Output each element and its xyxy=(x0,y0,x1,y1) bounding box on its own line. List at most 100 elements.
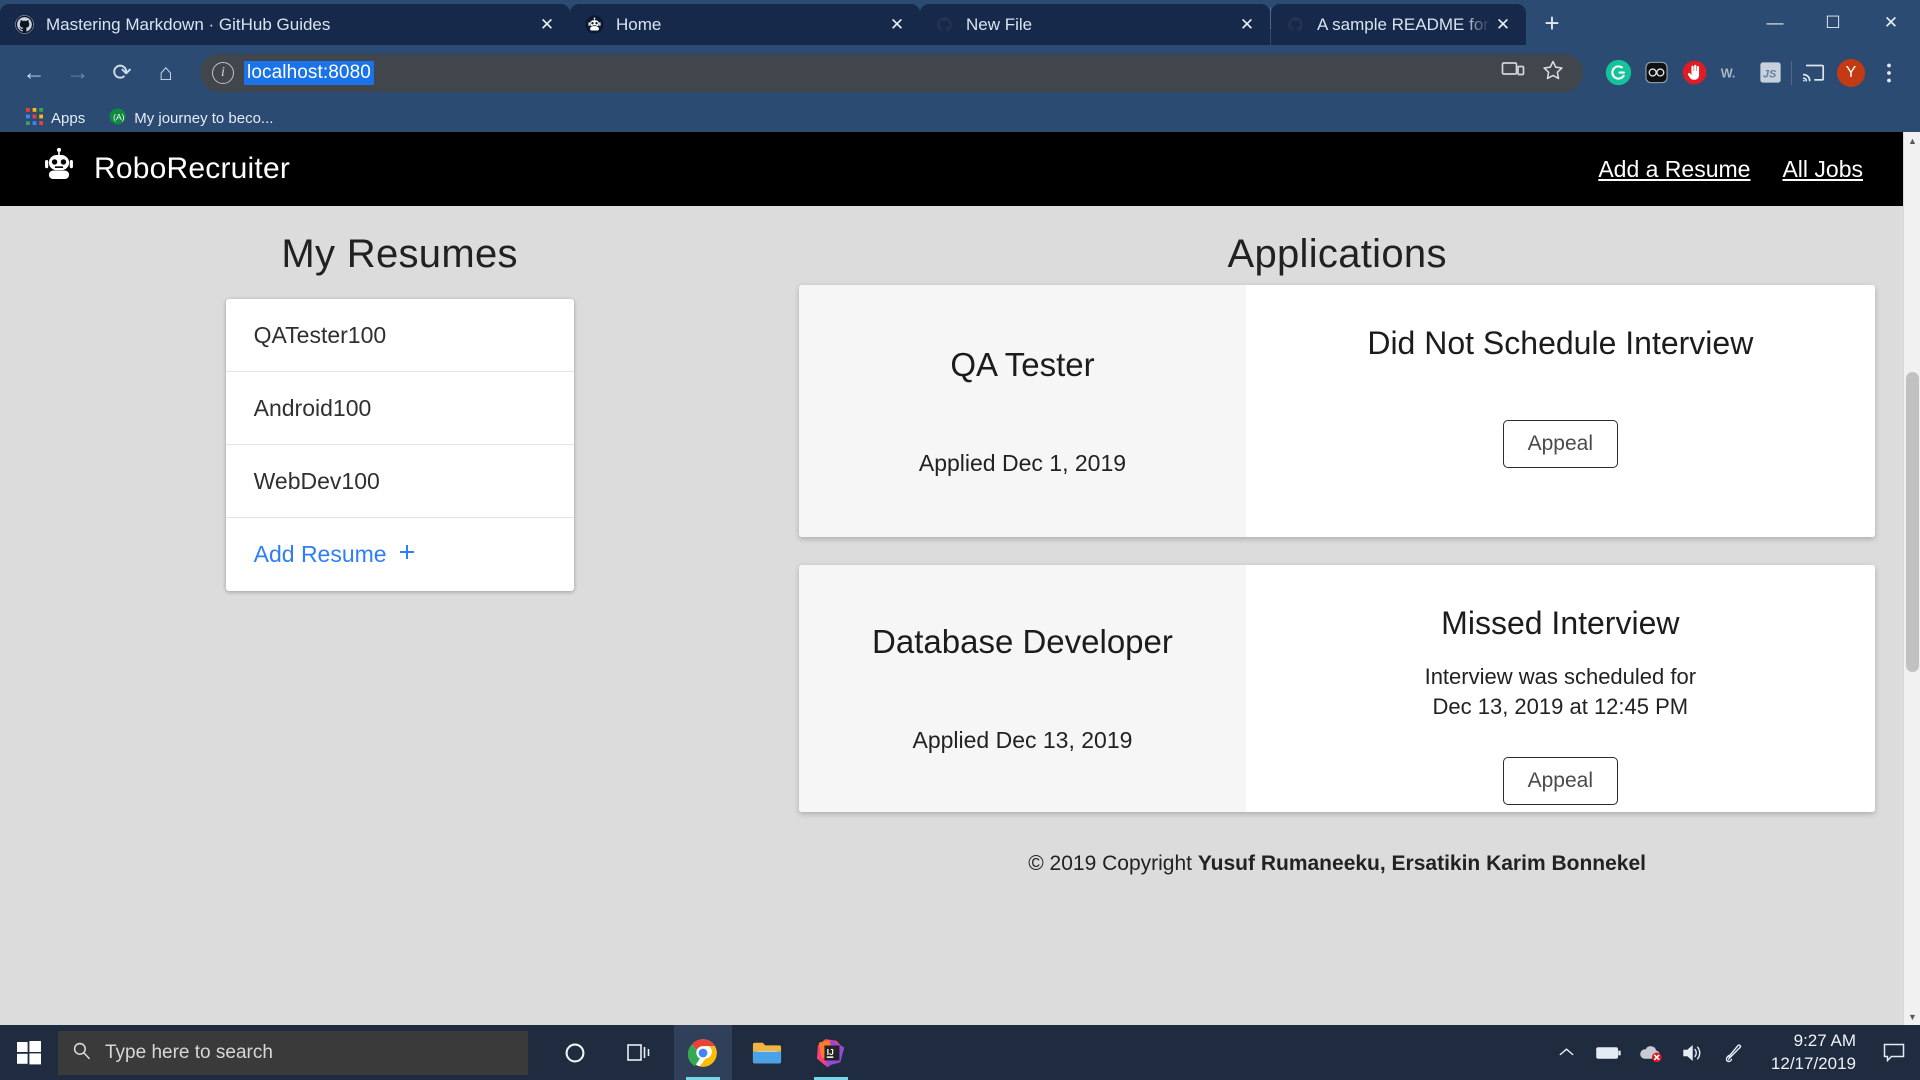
application-job-pane: QA Tester Applied Dec 1, 2019 xyxy=(799,285,1245,537)
site-brand[interactable]: RoboRecruiter xyxy=(40,146,290,193)
status-text: Did Not Schedule Interview xyxy=(1367,325,1753,362)
site-info-icon[interactable]: i xyxy=(212,62,234,84)
applied-date: Applied Dec 13, 2019 xyxy=(912,727,1132,754)
bookmark-apps[interactable]: Apps xyxy=(18,104,93,133)
task-view-icon[interactable] xyxy=(610,1025,668,1080)
site-navbar: RoboRecruiter Add a Resume All Jobs xyxy=(0,132,1903,206)
extensions-bar: W. JS Y xyxy=(1593,56,1906,90)
svg-text:(A): (A) xyxy=(113,111,125,121)
profile-avatar[interactable]: Y xyxy=(1834,56,1868,90)
search-input[interactable]: Type here to search xyxy=(58,1031,528,1075)
footer-prefix: © 2019 Copyright xyxy=(1028,852,1198,875)
close-icon[interactable]: ✕ xyxy=(1234,12,1260,38)
status-text: Missed Interview xyxy=(1441,605,1679,642)
browser-tab[interactable]: New File ✕ xyxy=(920,4,1270,45)
appeal-button[interactable]: Appeal xyxy=(1503,757,1618,805)
forward-button[interactable]: → xyxy=(58,53,98,93)
search-placeholder-text: Type here to search xyxy=(105,1042,273,1064)
profile-initial: Y xyxy=(1837,59,1865,87)
javascript-toggle-icon[interactable]: JS xyxy=(1753,56,1787,90)
github-icon xyxy=(1285,15,1305,35)
my-resumes-title: My Resumes xyxy=(281,232,517,277)
list-item[interactable]: WebDev100 xyxy=(226,445,574,518)
close-window-button[interactable]: ✕ xyxy=(1862,0,1920,45)
battery-icon[interactable] xyxy=(1589,1025,1629,1080)
close-icon[interactable]: ✕ xyxy=(1490,12,1516,38)
schedule-note-line2: Dec 13, 2019 at 12:45 PM xyxy=(1433,694,1689,719)
plus-icon xyxy=(397,541,417,568)
bookmark-star-icon[interactable] xyxy=(1541,59,1565,87)
minimize-button[interactable]: — xyxy=(1746,0,1804,45)
application-status-pane: Missed Interview Interview was scheduled… xyxy=(1246,565,1875,812)
nav-link-all-jobs[interactable]: All Jobs xyxy=(1782,156,1863,183)
pen-workspace-icon[interactable] xyxy=(1715,1025,1755,1080)
appeal-button[interactable]: Appeal xyxy=(1503,420,1618,468)
file-explorer-icon[interactable] xyxy=(738,1025,796,1080)
back-button[interactable]: ← xyxy=(14,53,54,93)
applications-title: Applications xyxy=(799,232,1875,277)
site-nav-links: Add a Resume All Jobs xyxy=(1598,156,1863,183)
clock-date: 12/17/2019 xyxy=(1771,1053,1856,1076)
onedrive-error-icon[interactable] xyxy=(1631,1025,1671,1080)
url-text[interactable]: localhost:8080 xyxy=(244,61,374,85)
browser-tab[interactable]: Mastering Markdown · GitHub Guides ✕ xyxy=(0,4,570,45)
show-hidden-icons-chevron[interactable] xyxy=(1547,1025,1587,1080)
tab-strip: Mastering Markdown · GitHub Guides ✕ xyxy=(0,0,1920,45)
volume-icon[interactable] xyxy=(1673,1025,1713,1080)
intellij-idea-icon[interactable]: IJ xyxy=(802,1025,860,1080)
ublock-origin-icon[interactable] xyxy=(1677,56,1711,90)
page-scrollbar[interactable]: ▲ ▼ xyxy=(1903,132,1920,1025)
svg-text:W.: W. xyxy=(1720,67,1735,81)
home-button[interactable]: ⌂ xyxy=(146,53,186,93)
scroll-down-arrow[interactable]: ▼ xyxy=(1904,1008,1920,1025)
windows-taskbar: Type here to search xyxy=(0,1025,1920,1080)
list-item[interactable]: Android100 xyxy=(226,372,574,445)
github-icon xyxy=(14,15,34,35)
resumes-column: My Resumes QATester100 Android100 WebDev… xyxy=(0,232,799,876)
bookmark-label: My journey to beco... xyxy=(134,110,273,127)
taskbar-clock[interactable]: 9:27 AM 12/17/2019 xyxy=(1757,1030,1870,1076)
job-title: Database Developer xyxy=(872,623,1173,661)
reload-button[interactable]: ⟳ xyxy=(102,53,142,93)
brand-name: RoboRecruiter xyxy=(94,152,290,186)
page-footer: © 2019 Copyright Yusuf Rumaneeku, Ersati… xyxy=(799,840,1875,876)
page-content: My Resumes QATester100 Android100 WebDev… xyxy=(0,206,1903,876)
add-resume-button[interactable]: Add Resume xyxy=(226,518,574,591)
browser-tab-active[interactable]: Home ✕ xyxy=(570,4,920,45)
wappalyzer-icon[interactable]: W. xyxy=(1715,56,1749,90)
bookmark-my-journey[interactable]: (A) My journey to beco... xyxy=(101,104,281,133)
chrome-icon[interactable] xyxy=(674,1025,732,1080)
browser-toolbar: ← → ⟳ ⌂ i localhost:8080 xyxy=(0,45,1920,100)
tab-title: New File xyxy=(966,15,1234,35)
new-tab-button[interactable]: + xyxy=(1534,5,1570,41)
application-card: Database Developer Applied Dec 13, 2019 … xyxy=(799,565,1875,812)
scroll-up-arrow[interactable]: ▲ xyxy=(1904,132,1920,149)
cast-icon[interactable] xyxy=(1796,56,1830,90)
pocket-icon[interactable] xyxy=(1639,56,1673,90)
svg-text:IJ: IJ xyxy=(827,1046,834,1056)
footer-authors: Yusuf Rumaneeku, Ersatikin Karim Bonneke… xyxy=(1198,852,1646,875)
window-controls: — ☐ ✕ xyxy=(1746,0,1920,45)
schedule-note-line1: Interview was scheduled for xyxy=(1425,664,1696,689)
close-icon[interactable]: ✕ xyxy=(884,12,910,38)
tab-title: Mastering Markdown · GitHub Guides xyxy=(46,15,534,35)
nav-link-add-a-resume[interactable]: Add a Resume xyxy=(1598,156,1750,183)
windows-start-icon[interactable] xyxy=(0,1025,58,1080)
robot-icon xyxy=(584,15,604,35)
scrollbar-thumb[interactable] xyxy=(1906,372,1919,672)
grammarly-icon[interactable] xyxy=(1601,56,1635,90)
web-page: RoboRecruiter Add a Resume All Jobs My R… xyxy=(0,132,1903,1025)
bookmark-label: Apps xyxy=(51,110,85,127)
page-viewport: RoboRecruiter Add a Resume All Jobs My R… xyxy=(0,132,1920,1025)
application-status-pane: Did Not Schedule Interview Appeal xyxy=(1246,285,1875,537)
cast-to-device-icon[interactable] xyxy=(1501,60,1525,85)
cortana-icon[interactable] xyxy=(546,1025,604,1080)
action-center-icon[interactable] xyxy=(1872,1025,1916,1080)
chrome-menu-icon[interactable] xyxy=(1872,56,1906,90)
maximize-button[interactable]: ☐ xyxy=(1804,0,1862,45)
github-icon xyxy=(934,15,954,35)
browser-tab[interactable]: A sample README for all your GitHub ✕ xyxy=(1271,4,1526,45)
address-bar[interactable]: i localhost:8080 xyxy=(200,54,1583,92)
close-icon[interactable]: ✕ xyxy=(534,12,560,38)
list-item[interactable]: QATester100 xyxy=(226,299,574,372)
